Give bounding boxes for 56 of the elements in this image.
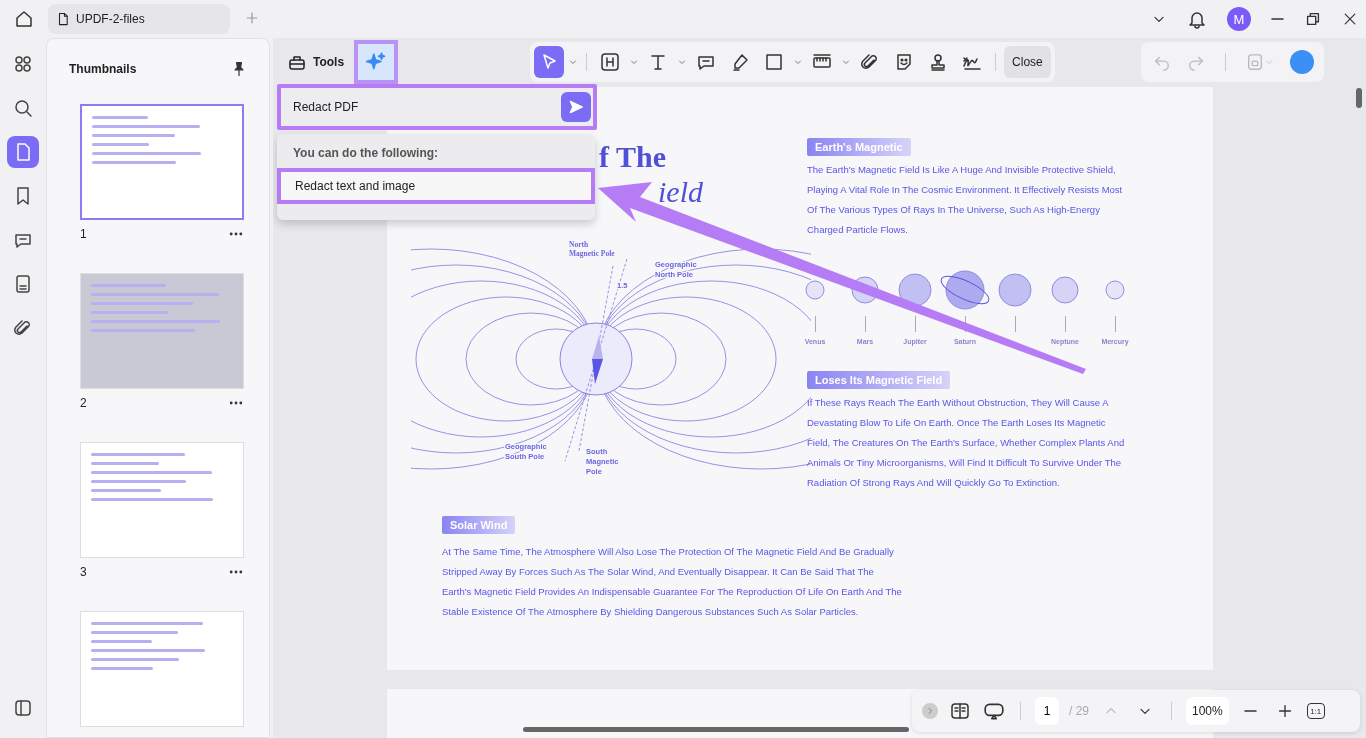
minimize-icon [1271,18,1284,20]
document-title: f The [599,139,666,175]
paragraph: At The Same Time, The Atmosphere Will Also Lose The Protection Of The Magnetic Field And Be Gradually Stripped Away By Forces Such As The Solar Wind, And Eventually Disappear. It Can Be Said That The Earth's Magnetic Field Provides An Indispensable Guarantee For The Reproduction Of Life On Earth And The Stable Existence Of The Atmosphere By Shielding Dangerous Substances Such As Solar Particles. [442,545,902,619]
close-button[interactable]: Close [1004,46,1051,78]
zoom-level[interactable]: 100% [1186,697,1229,725]
close-icon [1342,11,1358,27]
actual-size-button[interactable]: 1:1 [1306,703,1325,719]
section-heading: Loses Its Magnetic Field [807,371,951,389]
restore-icon [1304,10,1322,28]
pen-icon [730,52,751,72]
section-heading: Earth's Magnetic [807,138,911,156]
notifications-button[interactable] [1187,9,1207,29]
suggestion-item[interactable]: Redact text and image [277,168,595,204]
prompt-input[interactable]: Redact PDF [291,99,531,115]
page-number: 2 [80,396,87,410]
vertical-scrollbar[interactable] [1356,88,1362,108]
bell-icon [1187,9,1207,29]
apps-icon [13,54,33,74]
send-button[interactable] [561,92,591,122]
home-icon [14,9,34,29]
send-icon [568,99,584,115]
prompt-field[interactable]: Redact PDF [277,84,597,130]
minus-icon [1244,710,1258,712]
section-heading: Solar Wind [442,516,516,534]
tools-button[interactable]: Tools [279,45,353,79]
two-page-icon [950,701,970,721]
paragraph: If These Rays Reach The Earth Without Obstruction, They Will Cause A Devastating Blow To Life On Earth. Once The Earth Loses Its Magnetic Field, The Creatures On The Earth's Surface, Whether Complex Plants And Animals Or Tiny Microorganisms, Will Find It Difficult To Survive Under The Radiation Of Strong Rays And Will Quickly Go To Extinction. [807,396,1126,490]
home-button[interactable] [14,9,34,29]
horizontal-scrollbar[interactable] [523,727,909,732]
chevron-right-icon [925,706,935,716]
paperclip-icon [13,318,33,338]
page-number-field[interactable]: 1 [1035,697,1059,725]
file-tab[interactable]: UPDF-2-files [48,4,230,34]
page-thumbnail[interactable] [80,104,244,220]
ai-logo-button[interactable] [1289,50,1314,74]
pin-button[interactable] [231,61,247,77]
suggestions-heading: You can do the following: [292,146,440,160]
close-window-button[interactable] [1342,11,1358,27]
document-icon [56,12,70,26]
panel-title: Thumbnails [69,62,137,76]
tab-title[interactable]: UPDF-2-files [76,12,145,26]
square-icon [764,52,785,72]
document-title: ield [658,177,703,207]
heading-icon [600,52,621,72]
restore-button[interactable] [1304,10,1322,28]
ai-assistant-button[interactable] [354,40,399,84]
sidebar-icon [13,698,33,718]
paragraph: The Earth's Magnetic Field Is Like A Huge And Invisible Protective Shield, Playing A Vital Role In The Cosmic Environment. It Effectively Resists Most Of The Various Types Of Rays In The Universe, Such As High-Energy Charged Particle Flows. [807,163,1124,237]
user-avatar[interactable]: M [1227,7,1251,31]
pin-icon [231,61,247,77]
page-number: 3 [80,565,87,579]
page-number: 1 [80,227,87,241]
search-icon [13,98,33,118]
page-total: / 29 [1069,704,1089,718]
form-icon [13,274,33,294]
caret-icon [1263,57,1274,67]
